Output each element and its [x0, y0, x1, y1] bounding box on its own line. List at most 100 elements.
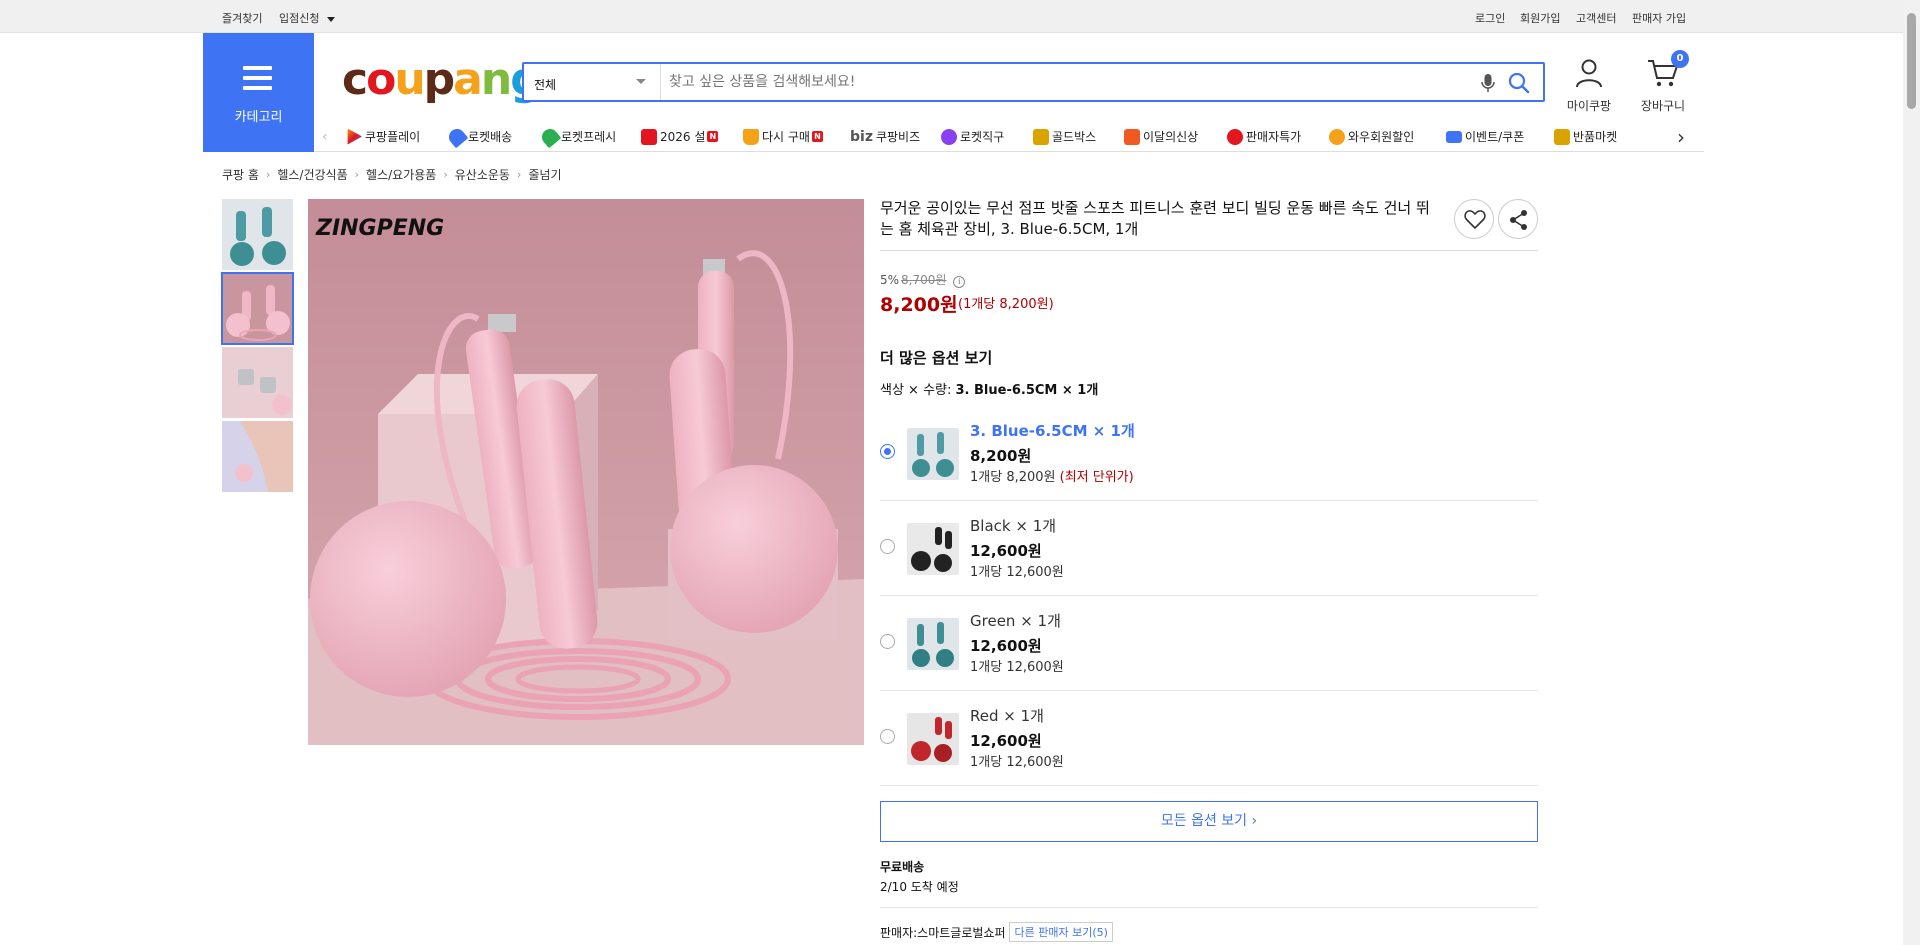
- selected-option-value: 3. Blue-6.5CM × 1개: [955, 383, 1099, 398]
- thumbnail-1[interactable]: [222, 199, 293, 270]
- nav-rebuy[interactable]: 다시 구매 N: [743, 128, 823, 145]
- info-icon[interactable]: i: [953, 276, 966, 288]
- category-menu-button[interactable]: 카테고리: [203, 33, 314, 152]
- brand-watermark: ZINGPENG: [315, 216, 444, 241]
- seller-name[interactable]: 판매자:스마트글로벌쇼퍼: [880, 924, 1005, 941]
- category-label: 카테고리: [234, 110, 283, 125]
- nav-2026-seol[interactable]: 2026 설N: [641, 128, 719, 145]
- breadcrumb-item[interactable]: 쿠팡 홈: [222, 166, 259, 183]
- search-icon[interactable]: [1507, 71, 1531, 99]
- chevron-right-icon: ›: [443, 168, 448, 181]
- option-price: 12,600원: [970, 732, 1042, 750]
- option-row[interactable]: Black × 1개 12,600원 1개당 12,600원: [880, 501, 1538, 596]
- goldbox-icon: [1033, 128, 1049, 145]
- option-image: [907, 523, 959, 575]
- nav-rocket-delivery[interactable]: 로켓배송: [445, 125, 512, 148]
- nav-rocket-global[interactable]: 로켓직구: [941, 128, 1004, 145]
- chevron-right-icon[interactable]: ›: [1677, 125, 1685, 149]
- user-icon: [1576, 59, 1602, 88]
- option-image: [907, 618, 959, 670]
- wishlist-button[interactable]: [1454, 199, 1494, 239]
- option-price: 12,600원: [970, 542, 1042, 560]
- caret-down-icon: [326, 16, 335, 22]
- other-sellers-button[interactable]: 다른 판매자 보기(5): [1009, 922, 1113, 942]
- option-row[interactable]: Green × 1개 12,600원 1개당 12,600원: [880, 596, 1538, 691]
- option-radio[interactable]: [880, 539, 895, 554]
- free-shipping-label: 무료배송: [880, 860, 925, 874]
- seller-info: 판매자:스마트글로벌쇼퍼 다른 판매자 보기(5): [880, 922, 1113, 942]
- divider: [880, 907, 1538, 908]
- option-price: 8,200원: [970, 447, 1032, 465]
- biz-icon: biz: [850, 128, 873, 145]
- delivery-eta: 2/10 도착 예정: [880, 880, 959, 894]
- option-radio[interactable]: [880, 729, 895, 744]
- coupon-icon: [1446, 130, 1462, 143]
- mypage-button[interactable]: 마이쿠팡: [1564, 58, 1614, 114]
- share-button[interactable]: [1498, 199, 1538, 239]
- chevron-right-icon: ›: [354, 168, 360, 181]
- search-category-value: 전체: [534, 78, 557, 92]
- selected-option-info: 색상 × 수량: 3. Blue-6.5CM × 1개: [880, 383, 1099, 398]
- original-price: 8,700원: [901, 273, 947, 287]
- product-main-image[interactable]: ZINGPENG: [308, 199, 864, 745]
- coupang-logo[interactable]: coupang: [342, 56, 542, 104]
- search-bar: 전체: [522, 62, 1545, 102]
- option-image: [907, 713, 959, 765]
- breadcrumb: 쿠팡 홈 › 헬스/건강식품 › 헬스/요가용품 › 유산소운동 › 줄넘기: [222, 166, 561, 183]
- nav-rocket-fresh[interactable]: 로켓프레시: [538, 125, 616, 148]
- search-category-select[interactable]: 전체: [524, 64, 661, 100]
- seller-apply-label: 입점신청: [279, 12, 320, 25]
- signup-link[interactable]: 회원가입: [1520, 10, 1560, 26]
- option-row[interactable]: Red × 1개 12,600원 1개당 12,600원: [880, 691, 1538, 786]
- thumbnail-3[interactable]: [222, 347, 293, 418]
- nav-new-arrivals[interactable]: 이달의신상: [1124, 128, 1198, 145]
- nav-goldbox[interactable]: 골드박스: [1033, 128, 1096, 145]
- percent-icon: [1227, 128, 1243, 145]
- login-link[interactable]: 로그인: [1475, 10, 1505, 26]
- gift-icon: [641, 128, 657, 145]
- nav-coupang-play[interactable]: 쿠팡플레이: [346, 128, 420, 145]
- option-image: [907, 428, 959, 480]
- cart-label: 장바구니: [1640, 99, 1686, 113]
- mypage-label: 마이쿠팡: [1566, 99, 1612, 113]
- breadcrumb-item[interactable]: 헬스/요가용품: [366, 166, 436, 183]
- nav-wow-discount[interactable]: 와우회원할인: [1329, 128, 1414, 145]
- thumbnail-2[interactable]: [221, 272, 294, 345]
- option-row[interactable]: 3. Blue-6.5CM × 1개 8,200원 1개당 8,200원 (최저…: [880, 406, 1538, 501]
- option-unit-price: 1개당 12,600원: [970, 565, 1064, 580]
- more-options-heading: 더 많은 옵션 보기: [880, 349, 993, 367]
- new-badge: N: [707, 131, 719, 142]
- nav-return-market[interactable]: 반품마켓: [1554, 128, 1617, 145]
- market-icon: [1554, 128, 1570, 145]
- nav-seller-deals[interactable]: 판매자특가: [1227, 128, 1301, 145]
- chevron-left-icon[interactable]: ‹: [322, 129, 328, 145]
- option-name: Red × 1개: [970, 707, 1044, 725]
- view-all-options-button[interactable]: 모든 옵션 보기 ›: [880, 801, 1538, 842]
- customer-center-link[interactable]: 고객센터: [1576, 10, 1616, 26]
- top-utility-bar: 즐겨찾기 입점신청 로그인 회원가입 고객센터 판매자 가입: [0, 0, 1920, 33]
- chevron-down-icon: [636, 79, 646, 84]
- breadcrumb-item[interactable]: 헬스/건강식품: [277, 166, 347, 183]
- seller-apply-menu[interactable]: 입점신청: [279, 10, 335, 26]
- scrollbar-thumb[interactable]: [1907, 13, 1916, 109]
- option-name: 3. Blue-6.5CM × 1개: [970, 422, 1135, 440]
- option-radio[interactable]: [880, 634, 895, 649]
- share-icon: [1510, 210, 1527, 230]
- breadcrumb-item[interactable]: 유산소운동: [455, 166, 510, 183]
- product-title: 무거운 공이있는 무선 점프 밧줄 스포츠 피트니스 훈련 보디 빌딩 운동 빠…: [880, 199, 1430, 238]
- breadcrumb-item[interactable]: 줄넘기: [528, 166, 561, 183]
- bookmark-link[interactable]: 즐겨찾기: [222, 10, 262, 26]
- thumbnail-4[interactable]: [222, 421, 293, 492]
- search-input[interactable]: [669, 70, 1469, 94]
- divider: [880, 250, 1538, 251]
- nav-events-coupons[interactable]: 이벤트/쿠폰: [1446, 128, 1524, 145]
- seller-signup-link[interactable]: 판매자 가입: [1632, 10, 1686, 26]
- rocket-icon: [445, 125, 469, 148]
- scrollbar[interactable]: [1903, 0, 1920, 945]
- basket-icon: [743, 128, 759, 145]
- option-unit-price: 1개당 8,200원 (최저 단위가): [970, 470, 1134, 485]
- microphone-icon[interactable]: [1481, 73, 1495, 97]
- nav-coupang-biz[interactable]: biz 쿠팡비즈: [850, 128, 920, 145]
- option-radio[interactable]: [880, 444, 895, 459]
- category-nav-bar: ‹ 쿠팡플레이 로켓배송 로켓프레시 2026 설N 다시 구매 N biz 쿠팡비…: [314, 122, 1704, 152]
